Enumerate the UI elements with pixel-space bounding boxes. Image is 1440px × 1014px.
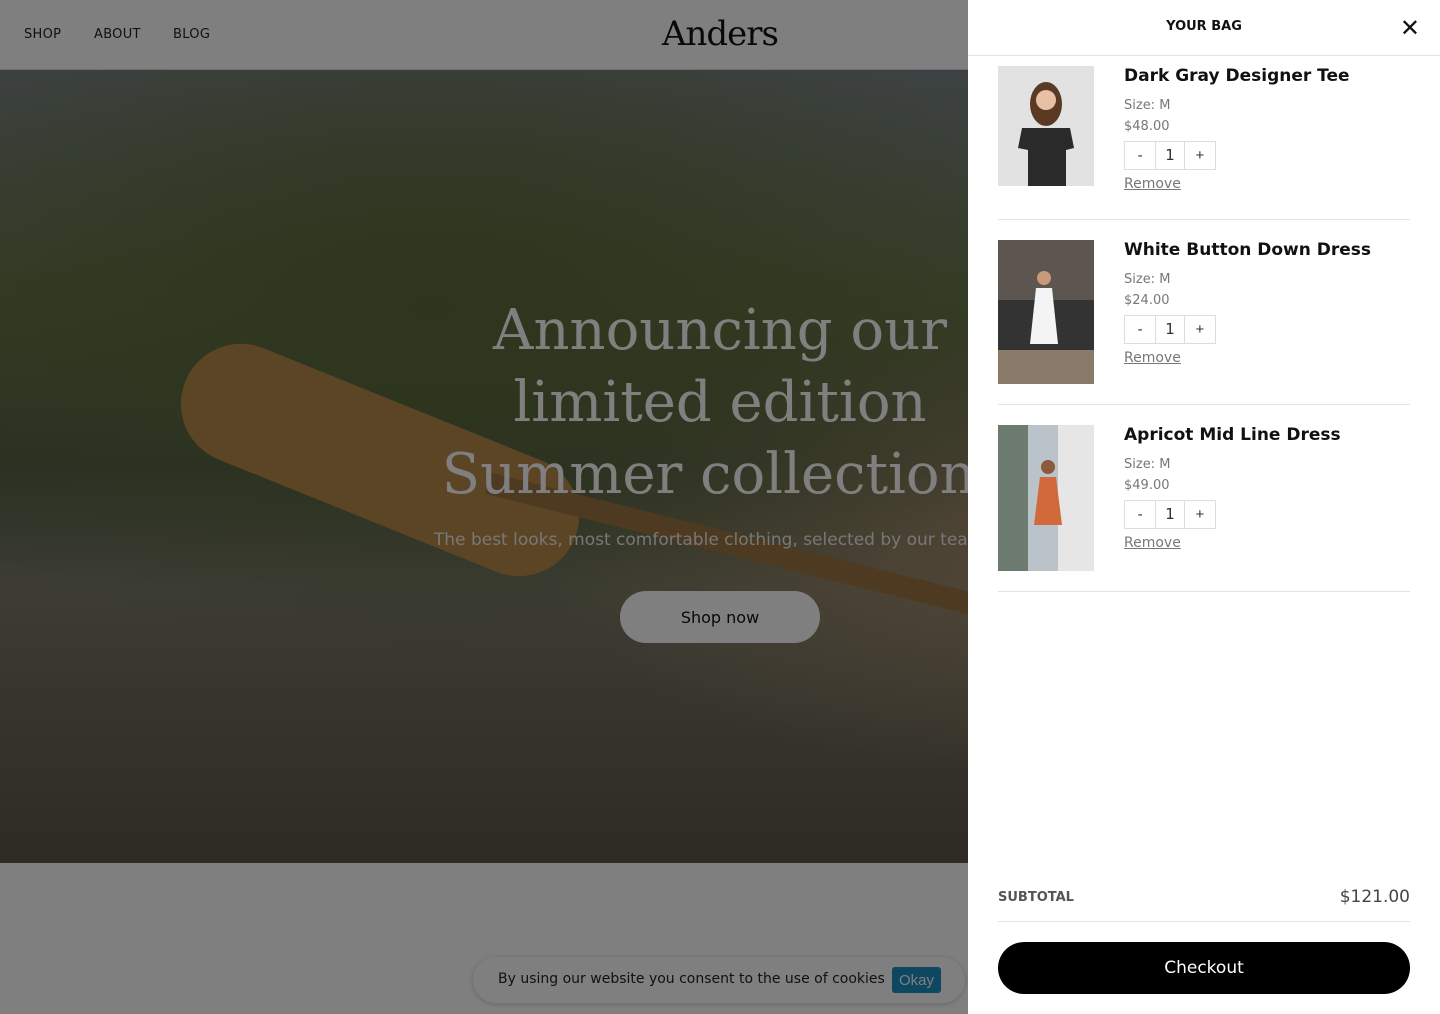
- remove-link[interactable]: Remove: [1124, 535, 1341, 551]
- cart-item: Dark Gray Designer Tee Size: M $48.00 -1 +…: [998, 66, 1410, 220]
- item-size: Size: M: [1124, 457, 1171, 472]
- increase-button[interactable]: +: [1184, 316, 1215, 343]
- subtotal-label: SUBTOTAL: [998, 890, 1074, 905]
- quantity-stepper: -1 +: [1124, 141, 1216, 170]
- item-price: $48.00: [1124, 119, 1170, 134]
- cart-item: Apricot Mid Line Dress Size: M $49.00 -1 +…: [998, 425, 1410, 592]
- remove-link[interactable]: Remove: [1124, 176, 1350, 192]
- item-info: White Button Down Dress Size: M $24.00 -1…: [1124, 240, 1371, 366]
- item-name[interactable]: Dark Gray Designer Tee: [1124, 66, 1350, 86]
- product-image: [998, 425, 1094, 571]
- remove-link[interactable]: Remove: [1124, 350, 1371, 366]
- quantity-value[interactable]: 1: [1155, 142, 1185, 169]
- increase-button[interactable]: +: [1184, 142, 1215, 169]
- product-image: [998, 240, 1094, 384]
- quantity-value[interactable]: 1: [1155, 316, 1185, 343]
- quantity-stepper: -1 +: [1124, 315, 1216, 344]
- checkout-button[interactable]: Checkout: [998, 942, 1410, 994]
- item-price: $49.00: [1124, 478, 1170, 493]
- item-price: $24.00: [1124, 293, 1170, 308]
- item-size: Size: M: [1124, 98, 1171, 113]
- bag-header: YOUR BAG ✕: [968, 0, 1440, 56]
- decrease-button[interactable]: -: [1125, 501, 1156, 528]
- cart-item: White Button Down Dress Size: M $24.00 -1…: [998, 240, 1410, 405]
- bag-drawer: YOUR BAG ✕ Dark Gray Designer Tee Size: …: [968, 0, 1440, 1014]
- item-name[interactable]: White Button Down Dress: [1124, 240, 1371, 260]
- item-name[interactable]: Apricot Mid Line Dress: [1124, 425, 1341, 445]
- decrease-button[interactable]: -: [1125, 316, 1156, 343]
- bag-title: YOUR BAG: [1166, 19, 1242, 34]
- subtotal-row: SUBTOTAL $121.00: [998, 880, 1410, 922]
- subtotal-value: $121.00: [1339, 887, 1410, 907]
- increase-button[interactable]: +: [1184, 501, 1215, 528]
- product-image: [998, 66, 1094, 186]
- item-info: Apricot Mid Line Dress Size: M $49.00 -1 +…: [1124, 425, 1341, 551]
- decrease-button[interactable]: -: [1125, 142, 1156, 169]
- quantity-value[interactable]: 1: [1155, 501, 1185, 528]
- close-icon[interactable]: ✕: [1400, 14, 1420, 43]
- item-info: Dark Gray Designer Tee Size: M $48.00 -1 +…: [1124, 66, 1350, 192]
- item-size: Size: M: [1124, 272, 1171, 287]
- quantity-stepper: -1 +: [1124, 500, 1216, 529]
